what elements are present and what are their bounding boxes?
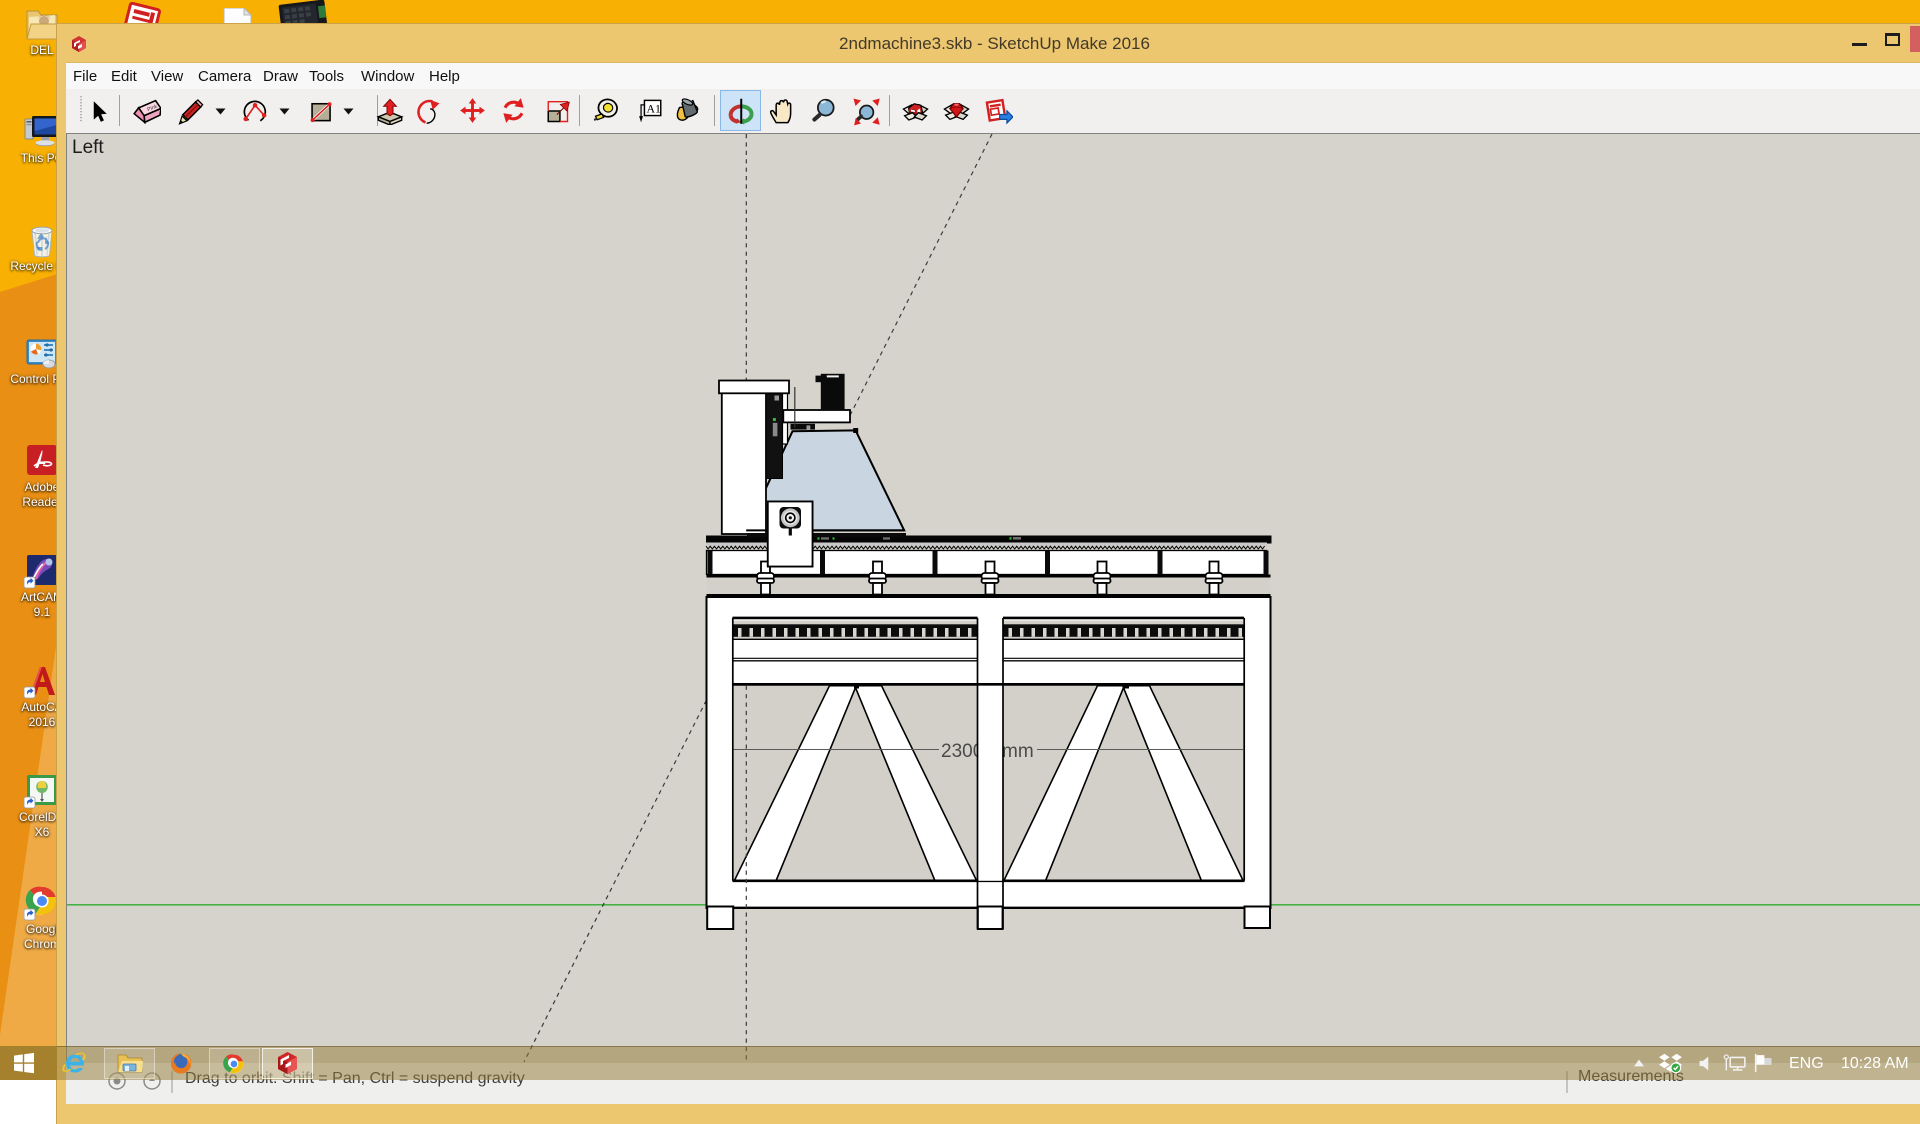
svg-text:mm: mm <box>1002 741 1034 762</box>
svg-text:A1: A1 <box>646 101 661 115</box>
